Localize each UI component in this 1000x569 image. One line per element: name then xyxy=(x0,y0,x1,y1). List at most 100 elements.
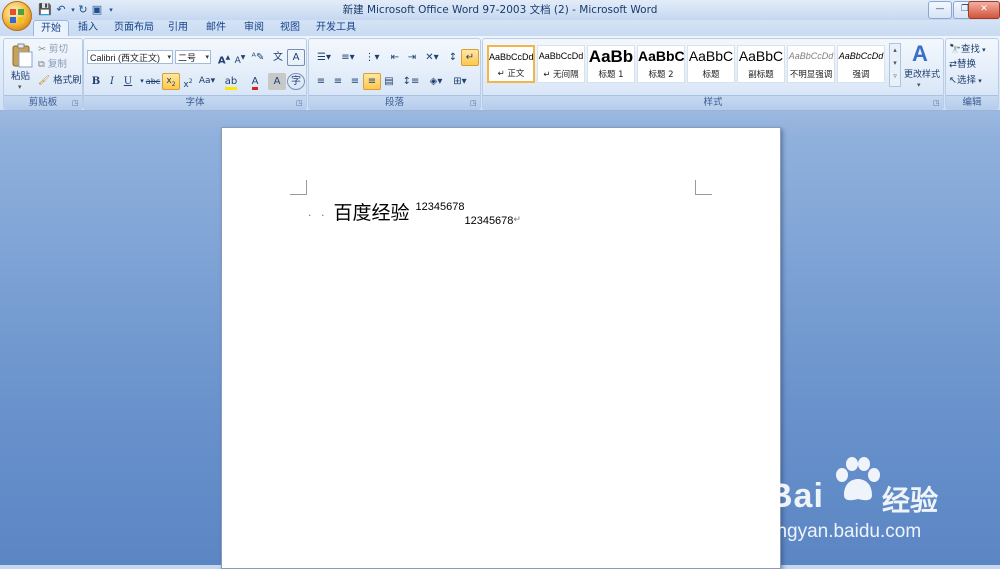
tab-insert[interactable]: 插入 xyxy=(72,20,104,36)
tab-developer[interactable]: 开发工具 xyxy=(312,20,360,36)
style-no-spacing[interactable]: AaBbCcDd ↵ 无间隔 xyxy=(537,45,585,83)
styles-launcher-icon[interactable]: ◳ xyxy=(933,99,941,107)
watermark-url: jingyan.baidu.com xyxy=(768,521,922,542)
style-name: 标题 1 xyxy=(598,70,624,80)
superscript-text: 12345678 xyxy=(415,201,465,213)
increase-indent-icon[interactable]: ⇥ xyxy=(403,49,421,66)
bullets-icon[interactable]: ☰▾ xyxy=(312,49,336,66)
align-center-icon[interactable]: ≡ xyxy=(329,73,347,90)
cut-button[interactable]: ✂ 剪切 xyxy=(38,42,68,57)
margin-corner-top-left xyxy=(290,180,307,195)
paste-dropdown-icon[interactable]: ▾ xyxy=(18,83,22,91)
baidu-watermark: Bai 经验 jingyan.baidu.com xyxy=(762,455,992,550)
show-formatting-marks-icon[interactable]: ↵ xyxy=(461,49,479,66)
minimize-button[interactable]: — xyxy=(928,1,952,19)
font-name-combo[interactable]: Calibri (西文正文) ▾ xyxy=(87,50,173,64)
change-styles-button[interactable]: 更改样式 xyxy=(904,68,940,83)
style-subtle-emphasis[interactable]: AaBbCcDd 不明显强调 xyxy=(787,45,835,83)
select-button[interactable]: ↖选择 ▾ xyxy=(949,73,982,88)
office-button[interactable] xyxy=(2,1,32,31)
close-button[interactable]: ✕ xyxy=(968,1,1000,19)
scissors-icon: ✂ xyxy=(38,44,46,55)
style-normal[interactable]: AaBbCcDd ↵ 正文 xyxy=(487,45,535,83)
superscript-icon[interactable]: x2 xyxy=(179,73,197,90)
paragraph-group: ☰▾ ≡▾ ⋮▾ ⇤ ⇥ ✕▾ ↕ ↵ ≡ ≡ ≡ ≡ ▤ ↕≡ ◈▾ ⊞▾ 段… xyxy=(308,38,481,110)
tab-home[interactable]: 开始 xyxy=(33,20,69,37)
replace-icon: ⇄ xyxy=(949,59,957,70)
paragraph-launcher-icon[interactable]: ◳ xyxy=(470,99,478,107)
find-button[interactable]: 🔭查找 ▾ xyxy=(949,42,986,57)
select-label: 选择 xyxy=(956,75,976,86)
font-launcher-icon[interactable]: ◳ xyxy=(296,99,304,107)
change-styles-icon[interactable]: A xyxy=(907,43,933,65)
align-left-icon[interactable]: ≡ xyxy=(312,73,330,90)
multilevel-list-icon[interactable]: ⋮▾ xyxy=(360,49,384,66)
style-subtitle[interactable]: AaBbC 副标题 xyxy=(737,45,785,83)
tab-references[interactable]: 引用 xyxy=(162,20,194,36)
clipboard-group-label: 剪贴板 xyxy=(4,95,82,109)
watermark-brand: Bai xyxy=(768,477,824,515)
shrink-font-icon[interactable]: A▼ xyxy=(231,49,249,66)
sort-icon[interactable]: ↕ xyxy=(444,49,462,66)
strikethrough-icon[interactable]: abc xyxy=(144,73,162,90)
chevron-down-icon: ▾ xyxy=(167,54,171,61)
tab-review[interactable]: 审阅 xyxy=(238,20,270,36)
highlight-icon[interactable]: ab xyxy=(220,73,242,90)
document-paragraph[interactable]: · · 百度经验 1234567812345678↵ xyxy=(308,198,521,227)
document-page[interactable]: · · 百度经验 1234567812345678↵ xyxy=(221,127,781,569)
editing-group: 🔭查找 ▾ ⇄替换 ↖选择 ▾ 编辑 xyxy=(945,38,999,110)
style-heading-1[interactable]: AaBb 标题 1 xyxy=(587,45,635,83)
line-spacing-icon[interactable]: ↕≡ xyxy=(399,73,423,90)
office-logo-icon xyxy=(10,9,24,23)
replace-button[interactable]: ⇄替换 xyxy=(949,57,976,72)
copy-button[interactable]: ⧉ 复制 xyxy=(38,57,67,72)
font-size-combo[interactable]: 二号 ▾ xyxy=(175,50,211,64)
subscript-text: 12345678 xyxy=(464,215,514,227)
style-title[interactable]: AaBbC 标题 xyxy=(687,45,735,83)
subscript-icon[interactable]: x2 xyxy=(162,73,180,90)
gallery-scroll[interactable]: ▴ ▾ ▿ xyxy=(889,43,901,87)
distributed-icon[interactable]: ▤ xyxy=(380,73,398,90)
numbering-icon[interactable]: ≡▾ xyxy=(336,49,360,66)
chevron-down-icon: ▾ xyxy=(205,54,209,61)
styles-group-label: 样式 xyxy=(483,95,943,109)
watermark-brand-suffix: 经验 xyxy=(882,484,939,517)
character-shading-icon[interactable]: A xyxy=(268,73,286,90)
tab-view[interactable]: 视图 xyxy=(274,20,306,36)
align-right-icon[interactable]: ≡ xyxy=(346,73,364,90)
paste-icon[interactable] xyxy=(10,43,34,69)
shading-icon[interactable]: ◈▾ xyxy=(424,73,448,90)
tab-mailings[interactable]: 邮件 xyxy=(200,20,232,36)
tab-page-layout[interactable]: 页面布局 xyxy=(110,20,158,36)
font-name-value: Calibri (西文正文) xyxy=(90,53,161,63)
binoculars-icon: 🔭 xyxy=(949,44,961,55)
character-border-icon[interactable]: A xyxy=(287,49,305,66)
paragraph-group-label: 段落 xyxy=(309,95,480,109)
enclose-characters-icon[interactable]: 字 xyxy=(287,73,305,90)
ribbon-tabs: 开始 插入 页面布局 引用 邮件 审阅 视图 开发工具 xyxy=(0,20,1000,37)
style-name: 标题 xyxy=(702,70,720,80)
change-styles-dropdown-icon[interactable]: ▾ xyxy=(917,81,921,89)
chinese-layout-icon[interactable]: ✕▾ xyxy=(420,49,444,66)
style-sample: AaBbCcDd xyxy=(538,51,584,61)
clipboard-launcher-icon[interactable]: ◳ xyxy=(72,99,80,107)
font-group: Calibri (西文正文) ▾ 二号 ▾ A▲ A▼ ᴬ✎ 文 A B I U ▾… xyxy=(83,38,307,110)
paragraph-mark: ↵ xyxy=(513,215,521,225)
font-color-icon[interactable]: A xyxy=(244,73,266,90)
borders-icon[interactable]: ⊞▾ xyxy=(448,73,472,90)
style-emphasis[interactable]: AaBbCcDd 强调 xyxy=(837,45,885,83)
replace-label: 替换 xyxy=(956,59,976,70)
style-name: 不明显强调 xyxy=(789,70,833,80)
font-group-label: 字体 xyxy=(84,95,306,109)
style-heading-2[interactable]: AaBbC 标题 2 xyxy=(637,45,685,83)
format-painter-button[interactable]: 🖌 格式刷 xyxy=(38,73,82,88)
phonetic-guide-icon[interactable]: 文 xyxy=(269,49,287,66)
change-case-icon[interactable]: Aa▾ xyxy=(196,73,218,90)
paste-button[interactable]: 粘贴 xyxy=(11,69,30,84)
justify-icon[interactable]: ≡ xyxy=(363,73,381,90)
clipboard-group: 粘贴 ▾ ✂ 剪切 ⧉ 复制 🖌 格式刷 剪贴板 ◳ xyxy=(3,38,83,110)
clear-formatting-icon[interactable]: ᴬ✎ xyxy=(249,49,267,66)
style-sample: AaBbCcDd xyxy=(838,51,884,61)
style-sample: AaBb xyxy=(588,47,634,66)
decrease-indent-icon[interactable]: ⇤ xyxy=(386,49,404,66)
